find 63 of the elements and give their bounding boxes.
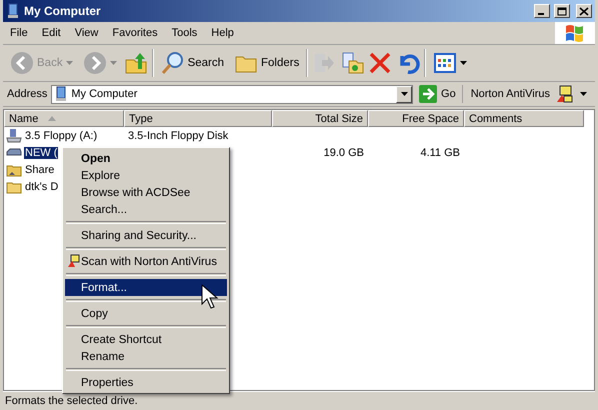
menu-item[interactable]: Rename [65, 348, 227, 365]
status-text: Formats the selected drive. [5, 395, 138, 407]
caret-icon [110, 60, 117, 66]
table-cell: 3.5-Inch Floppy Disk [128, 130, 228, 142]
menu-item[interactable]: Format... [65, 279, 227, 296]
column-header[interactable]: Total Size [272, 110, 368, 127]
menu-item[interactable]: Tools [164, 25, 204, 41]
window-title: My Computer [24, 4, 102, 18]
search-button[interactable]: Search [158, 49, 228, 77]
file-name[interactable]: NEW ( [24, 146, 58, 158]
folder-up-icon[interactable] [124, 51, 148, 75]
file-name[interactable]: dtk's D [24, 180, 60, 192]
table-cell: 4.11 GB [420, 146, 460, 158]
norton-icon [67, 254, 81, 268]
menu-item[interactable]: Scan with Norton AntiVirus [65, 253, 227, 270]
column-header[interactable]: Name [4, 110, 124, 127]
caret-icon [580, 92, 587, 96]
menu-item[interactable]: Copy [65, 305, 227, 322]
computer-icon [6, 3, 20, 19]
search-icon [160, 51, 185, 75]
column-header[interactable]: Comments [464, 110, 584, 127]
windows-logo-icon [555, 22, 595, 44]
menu-item[interactable]: Browse with ACDSee [65, 184, 227, 201]
address-field[interactable]: My Computer [51, 84, 414, 104]
column-header[interactable]: Free Space [368, 110, 464, 127]
dropdown-button[interactable] [396, 86, 412, 102]
menu-item[interactable]: Open [65, 150, 227, 167]
menu-item[interactable]: Help [204, 25, 241, 41]
caret-icon [460, 60, 468, 66]
copy-to-icon[interactable] [340, 51, 364, 75]
address-label: Address [7, 88, 48, 100]
column-header[interactable]: Type [124, 110, 272, 127]
maximize-button[interactable] [554, 4, 570, 18]
menu-item[interactable]: Favorites [105, 25, 165, 41]
sort-arrow-icon [48, 116, 56, 121]
maximize-icon [557, 6, 567, 16]
menu-item[interactable]: File [3, 25, 35, 41]
folders-button[interactable]: Folders [231, 49, 302, 77]
menu-item[interactable]: Edit [34, 25, 68, 41]
menu-item[interactable]: View [68, 25, 106, 41]
delete-icon[interactable] [368, 51, 392, 75]
mouse-pointer-icon [201, 284, 219, 310]
menu-item[interactable]: Search... [65, 201, 227, 218]
table-cell: 19.0 GB [324, 146, 364, 158]
views-icon [433, 51, 458, 75]
menu-item[interactable]: Sharing and Security... [65, 227, 227, 244]
go-button[interactable]: Go [417, 85, 463, 103]
minimize-button[interactable] [534, 4, 550, 18]
close-icon [579, 6, 589, 16]
arrow-icon [419, 85, 438, 103]
computer-icon [54, 86, 68, 102]
menu-item[interactable]: Create Shortcut [65, 331, 227, 348]
norton-icon [556, 85, 574, 103]
menu-item[interactable]: Explore [65, 167, 227, 184]
floppy-drive-icon [6, 128, 22, 144]
minimize-icon [538, 12, 544, 14]
norton-antivirus-button[interactable]: Norton AntiVirus [466, 85, 591, 103]
caret-icon [66, 60, 73, 66]
file-name[interactable]: Share [24, 164, 56, 176]
menu-item[interactable]: Properties [65, 374, 227, 391]
close-button[interactable] [576, 4, 592, 18]
caret-icon [400, 92, 408, 96]
file-name[interactable]: 3.5 Floppy (A:) [24, 130, 98, 142]
